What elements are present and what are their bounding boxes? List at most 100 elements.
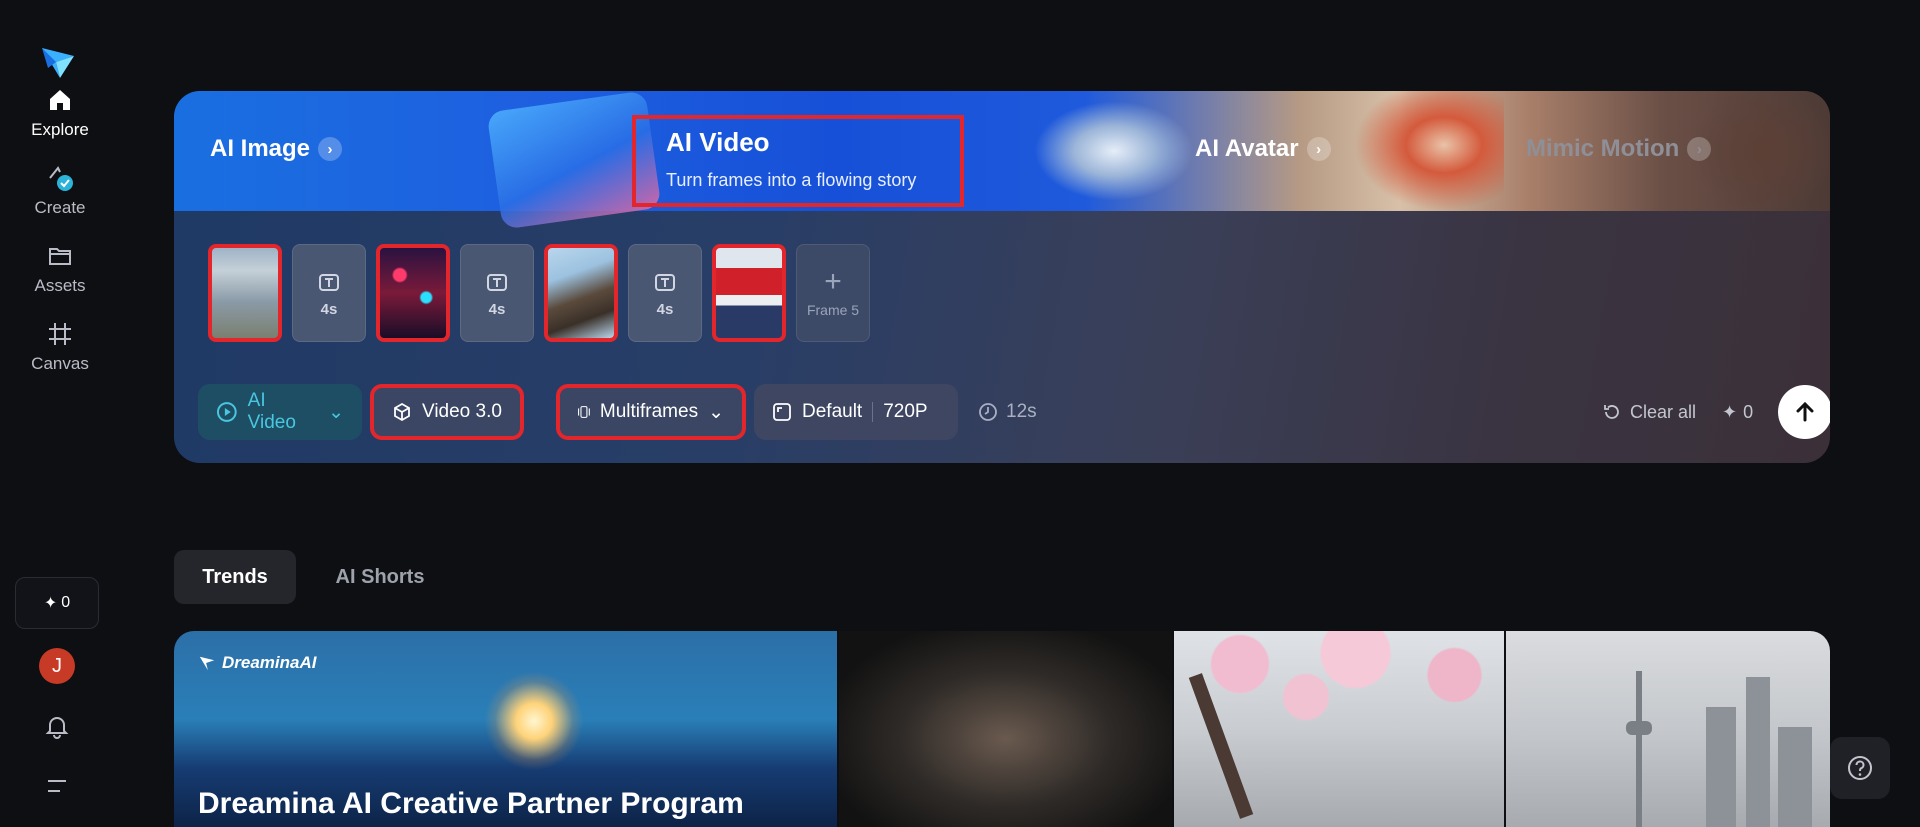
dreamina-brand: DreaminaAI — [198, 653, 316, 673]
avatar-artwork — [1354, 91, 1504, 211]
text-prompt-icon — [319, 273, 339, 291]
multiframes-selector-label: Multiframes — [599, 401, 699, 422]
frame-thumbnail-billboard-underside[interactable] — [544, 244, 618, 342]
transition-prompt[interactable]: 4s — [292, 244, 366, 342]
plane-artwork — [1034, 101, 1194, 201]
credit-cost: ✦ 0 — [1722, 384, 1753, 440]
tab-ai-shorts[interactable]: AI Shorts — [318, 550, 442, 604]
sparkle-icon: ✦ — [1722, 401, 1738, 422]
transition-duration: 4s — [656, 300, 674, 318]
tab-ai-video[interactable]: AI Video Turn frames into a flowing stor… — [632, 115, 964, 207]
canvas-icon — [49, 323, 71, 345]
aspect-ratio-icon — [773, 403, 791, 421]
folder-icon — [49, 248, 71, 265]
tab-ai-avatar[interactable]: AI Avatar › — [1195, 135, 1331, 163]
building-artwork — [1746, 677, 1770, 827]
user-avatar[interactable]: J — [39, 648, 75, 684]
question-icon — [1848, 756, 1872, 780]
tab-ai-image-label: AI Image — [210, 135, 311, 162]
clock-icon — [979, 403, 997, 421]
nav-assets[interactable]: Assets — [0, 242, 120, 296]
nav-create-label: Create — [34, 198, 86, 217]
brand-label: DreaminaAI — [222, 653, 317, 672]
clear-all-label: Clear all — [1630, 401, 1697, 422]
frame-thumbnail-coca-cola-sign[interactable] — [712, 244, 786, 342]
credit-cost-value: 0 — [1743, 401, 1754, 422]
chevron-right-icon: › — [1687, 137, 1712, 161]
frame-thumbnail-city-night[interactable] — [376, 244, 450, 342]
tower-artwork — [1636, 671, 1642, 827]
tab-mimic-motion-label: Mimic Motion — [1526, 135, 1680, 162]
tab-ai-avatar-label: AI Avatar — [1195, 135, 1299, 162]
arrow-up-icon — [1796, 401, 1814, 422]
duration-label: 12s — [1006, 401, 1037, 422]
tab-ai-video-subtitle: Turn frames into a flowing story — [666, 170, 917, 190]
transition-duration: 4s — [320, 300, 338, 318]
multiframes-selector[interactable]: Multiframes ⌄ — [556, 384, 746, 440]
motion-artwork — [1694, 91, 1830, 211]
trends-gallery: DreaminaAI Dreamina AI Creative Partner … — [174, 631, 1830, 827]
resolution-label: 720P — [883, 401, 928, 422]
chevron-right-icon: › — [1306, 137, 1331, 161]
duration-selector[interactable]: 12s — [978, 384, 1037, 440]
cube-icon — [394, 402, 410, 422]
card-headline: Dreamina AI Creative Partner Program — [198, 787, 744, 820]
tower-pod-artwork — [1626, 721, 1652, 735]
frame-thumbnail-billboard[interactable] — [208, 244, 282, 342]
glowing-star-artwork — [484, 671, 584, 771]
mode-selector[interactable]: AI Video ⌄ — [198, 384, 362, 440]
nav-create[interactable]: Create — [0, 164, 120, 218]
add-frame-button[interactable]: + Frame 5 — [796, 244, 870, 342]
chevron-down-icon: ⌄ — [328, 401, 344, 423]
aspect-ratio-label: Default — [802, 401, 863, 422]
model-selector[interactable]: Video 3.0 — [370, 384, 524, 440]
building-artwork — [1706, 707, 1736, 827]
credits-count: 0 — [61, 594, 71, 611]
plus-icon: + — [824, 265, 842, 298]
dreamina-logo-icon[interactable] — [38, 42, 78, 82]
divider — [872, 402, 874, 422]
nav-explore-label: Explore — [31, 120, 89, 139]
clear-all-button[interactable]: Clear all — [1602, 384, 1696, 440]
dreamina-logo-icon — [199, 656, 215, 671]
reset-icon — [1604, 405, 1619, 419]
model-selector-label: Video 3.0 — [422, 401, 502, 422]
video-mode-icon — [216, 402, 237, 422]
generate-button[interactable] — [1778, 385, 1830, 439]
transition-prompt[interactable]: 4s — [628, 244, 702, 342]
tab-trends[interactable]: Trends — [174, 550, 296, 604]
tab-ai-video-title: AI Video — [666, 127, 770, 157]
nav-canvas[interactable]: Canvas — [0, 320, 120, 374]
gallery-card-foggy-city[interactable] — [1506, 631, 1830, 827]
create-icon — [49, 166, 73, 191]
cherry-blossom-artwork — [1174, 631, 1504, 741]
transition-duration: 4s — [488, 300, 506, 318]
aspect-resolution-selector[interactable]: Default 720P — [754, 384, 958, 440]
nav-canvas-label: Canvas — [31, 354, 89, 373]
tab-ai-image[interactable]: AI Image › — [210, 135, 343, 163]
text-prompt-icon — [655, 273, 675, 291]
chevron-down-icon: ⌄ — [708, 401, 724, 423]
generator-toolbar: AI Video ⌄ Video 3.0 Multiframes ⌄ Defau… — [198, 384, 1830, 440]
sidebar: Explore Create Assets Canvas ✦ 0 J — [0, 0, 120, 827]
nav-assets-label: Assets — [34, 276, 86, 295]
gallery-card-creative-partner[interactable]: DreaminaAI Dreamina AI Creative Partner … — [174, 631, 837, 827]
building-artwork — [1778, 727, 1812, 827]
feature-tabs: AI Image › AI Video Turn frames into a f… — [174, 91, 1830, 230]
tab-mimic-motion[interactable]: Mimic Motion › — [1526, 135, 1712, 163]
gallery-card-robot-blossom[interactable] — [1174, 631, 1504, 827]
bell-icon[interactable] — [43, 712, 71, 740]
help-button[interactable] — [1830, 737, 1890, 799]
menu-icon[interactable] — [43, 772, 71, 800]
transition-prompt[interactable]: 4s — [460, 244, 534, 342]
sparkle-icon: ✦ — [43, 595, 58, 612]
add-frame-label: Frame 5 — [806, 302, 860, 318]
home-icon — [50, 90, 70, 110]
generator-panel: AI Image › AI Video Turn frames into a f… — [174, 91, 1830, 463]
chevron-right-icon: › — [318, 137, 343, 161]
nav-explore[interactable]: Explore — [0, 86, 120, 140]
credits-balance[interactable]: ✦ 0 — [15, 577, 99, 629]
text-prompt-icon — [487, 273, 507, 291]
gallery-card-portrait[interactable] — [839, 631, 1172, 827]
multiframes-icon — [578, 406, 590, 418]
